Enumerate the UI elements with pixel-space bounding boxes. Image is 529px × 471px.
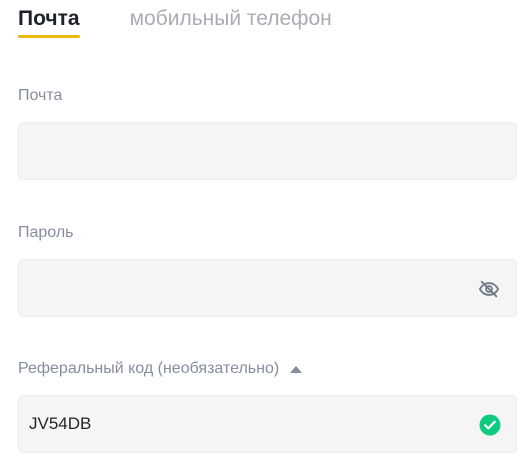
email-label: Почта: [18, 87, 62, 105]
password-label-text: Пароль: [18, 224, 74, 241]
tab-email[interactable]: Почта: [18, 0, 80, 38]
check-circle-icon: [479, 414, 501, 436]
password-field[interactable]: [19, 260, 459, 316]
tab-email-label: Почта: [18, 7, 80, 30]
eye-off-icon[interactable]: [478, 278, 500, 300]
tab-mobile-phone[interactable]: мобильный телефон: [130, 0, 332, 29]
referral-label: Реферальный код (необязательно): [18, 360, 303, 378]
password-label: Пароль: [18, 224, 74, 242]
caret-up-icon[interactable]: [290, 365, 303, 373]
referral-field-container: [18, 395, 517, 453]
login-method-tabs: Почта мобильный телефон: [18, 0, 332, 40]
email-field-container: [18, 122, 517, 180]
tab-mobile-phone-label: мобильный телефон: [129, 7, 332, 30]
referral-label-text: Реферальный код (необязательно): [18, 360, 280, 377]
email-label-text: Почта: [18, 87, 63, 104]
active-tab-indicator: [18, 35, 80, 38]
referral-code-field[interactable]: [19, 396, 459, 452]
email-field[interactable]: [19, 123, 459, 179]
password-field-container: [18, 259, 517, 317]
